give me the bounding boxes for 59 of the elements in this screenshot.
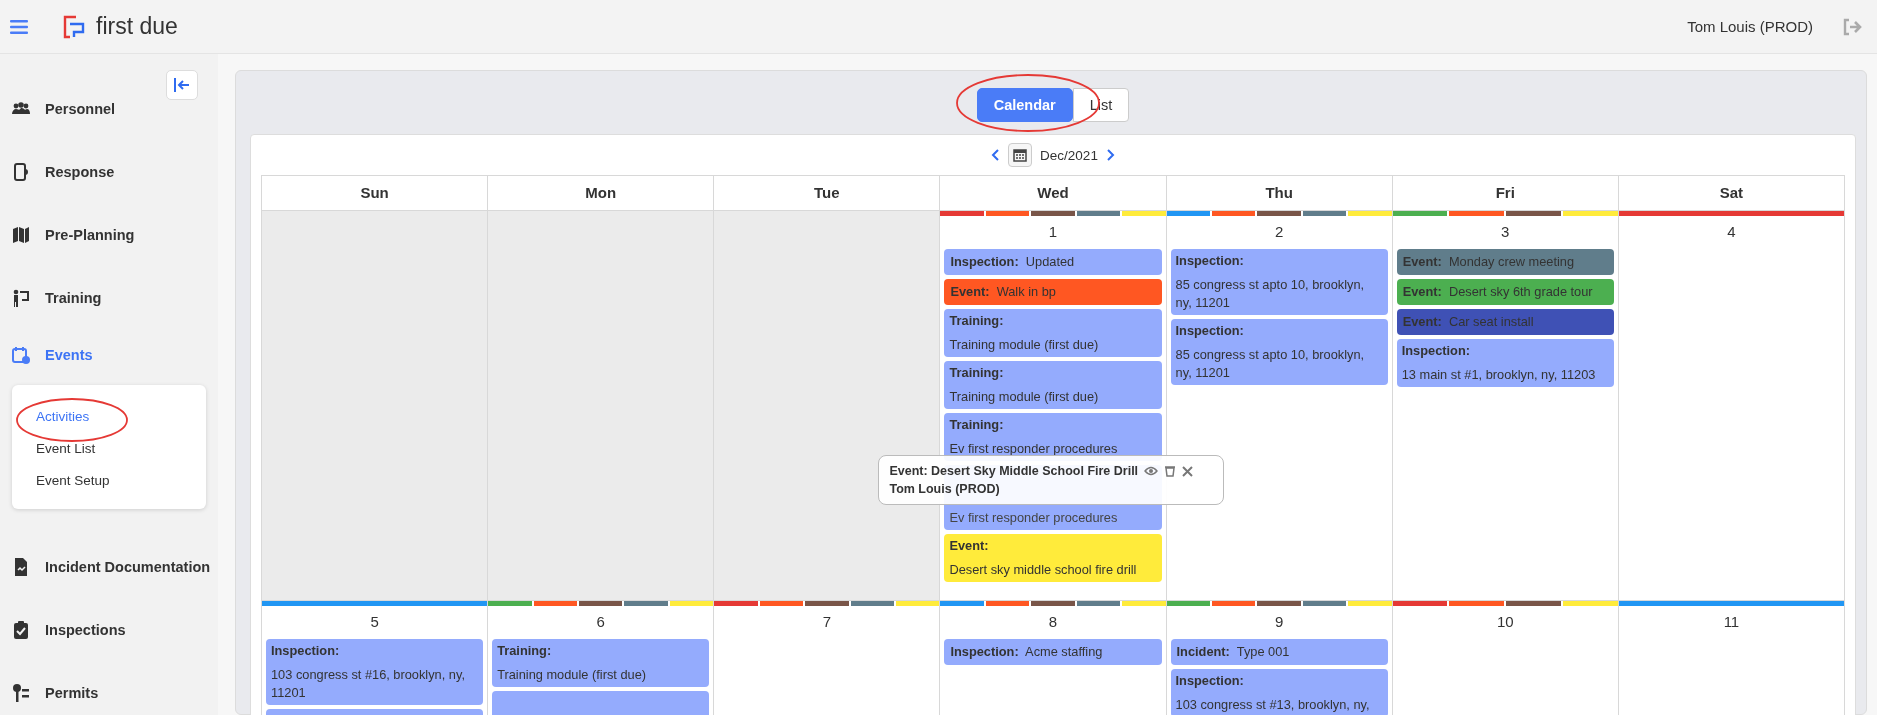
sidebar-item[interactable]: Personnel <box>0 77 218 140</box>
day-number: 6 <box>595 612 606 632</box>
day-number: 3 <box>1500 222 1511 242</box>
presenter-icon <box>11 287 31 308</box>
logo-icon <box>62 14 86 39</box>
event-chip[interactable]: Inspection: 85 congress st apto 10, brooklyn, ny, 11201 <box>1170 249 1388 315</box>
brand-name: first due <box>96 13 178 40</box>
event-chip[interactable]: Training: Training module (first due) <box>944 309 1162 357</box>
key-icon <box>11 682 31 703</box>
day-number: 1 <box>1047 222 1059 242</box>
submenu-item[interactable]: Event Setup <box>36 465 206 497</box>
phone-icon <box>11 161 31 182</box>
sidebar-item[interactable]: Pre-Planning <box>0 203 218 266</box>
sidebar-item[interactable]: Training <box>0 266 218 329</box>
user-name[interactable]: Tom Louis (PROD) <box>1687 18 1813 35</box>
month-label: Dec/2021 <box>1040 147 1098 163</box>
calendar-icon <box>1013 148 1028 162</box>
tooltip-user: Tom Louis (PROD) <box>889 481 1001 498</box>
close-icon[interactable] <box>1182 465 1194 477</box>
menu-icon[interactable] <box>10 19 28 34</box>
view-icon[interactable] <box>1144 466 1159 476</box>
event-chip[interactable]: Event: Desert sky 6th grade tour <box>1396 279 1614 305</box>
event-chip[interactable]: Inspection: Acme staffing <box>944 639 1162 665</box>
day-number: 7 <box>821 612 832 632</box>
view-tab[interactable]: Calendar <box>976 88 1073 122</box>
sidebar-item[interactable]: Events <box>0 329 218 381</box>
day-number: 8 <box>1047 612 1059 632</box>
sidebar-item[interactable]: Permits <box>0 661 218 715</box>
day-number: 2 <box>1273 222 1285 242</box>
calendar-icon <box>11 345 31 365</box>
event-chip[interactable]: Event: Walk in bp <box>944 279 1162 305</box>
event-chip[interactable]: Inspection: 13 main st #1, brooklyn, ny, 11203 <box>1396 339 1614 387</box>
event-chip[interactable]: Inspection: 85 congress st apto 10, brooklyn, ny, 11201 <box>1170 319 1388 385</box>
next-icon[interactable] <box>1105 148 1116 162</box>
event-chip[interactable]: Training: Training module (first due) <box>492 639 710 687</box>
day-number: 10 <box>1495 612 1515 632</box>
day-number: 11 <box>1722 612 1741 632</box>
sidebar-item[interactable]: Response <box>0 140 218 203</box>
sidebar-item[interactable]: Inspections <box>0 598 218 661</box>
submenu-item[interactable]: Event List <box>36 433 206 465</box>
event-chip[interactable]: Event: Desert sky middle school fire drill <box>944 534 1162 582</box>
day-number: 9 <box>1273 612 1285 632</box>
clipboard-icon <box>11 619 31 640</box>
previous-icon[interactable] <box>990 148 1001 162</box>
collapse-sidebar-button[interactable] <box>166 70 198 100</box>
event-chip[interactable]: Inspection: 103 congress st #16, brooklyn, ny, 11201 <box>266 639 484 705</box>
event-chip[interactable]: Incident: Type 001 <box>1170 639 1388 665</box>
event-chip[interactable]: Training: Training module (first due) <box>944 361 1162 409</box>
event-chip[interactable]: Inspection: 103 congress st #13, brooklyn, ny, <box>1170 669 1388 715</box>
map-icon <box>11 224 31 245</box>
date-picker-button[interactable] <box>1008 143 1033 167</box>
event-chip[interactable]: Inspection: Updated <box>944 249 1162 275</box>
sidebar-item[interactable]: Incident Documentation <box>0 535 218 598</box>
tooltip-title: Event: Desert Sky Middle School Fire Drill <box>889 463 1139 480</box>
submenu-item[interactable]: Activities <box>36 401 206 433</box>
collapse-icon <box>173 77 191 93</box>
day-number: 5 <box>369 612 380 632</box>
trash-icon[interactable] <box>1164 465 1177 477</box>
day-number: 4 <box>1726 222 1737 242</box>
